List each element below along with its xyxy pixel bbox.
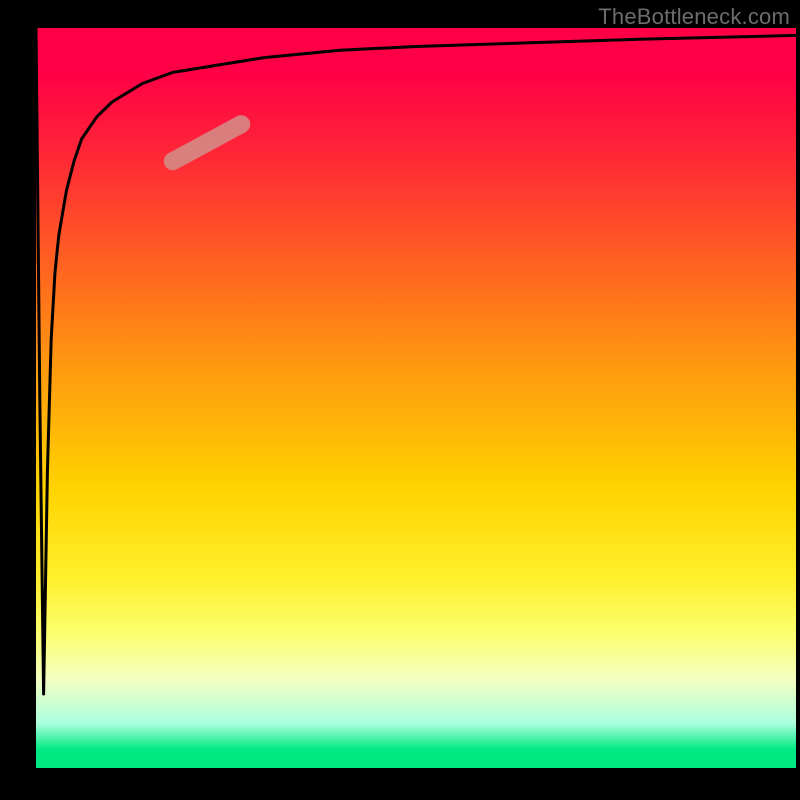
curve-layer bbox=[36, 28, 796, 768]
highlight-marker bbox=[173, 124, 241, 161]
watermark-text: TheBottleneck.com bbox=[598, 4, 790, 30]
bottleneck-curve bbox=[36, 28, 796, 694]
plot-area bbox=[36, 28, 796, 768]
chart-frame: TheBottleneck.com bbox=[0, 0, 800, 800]
